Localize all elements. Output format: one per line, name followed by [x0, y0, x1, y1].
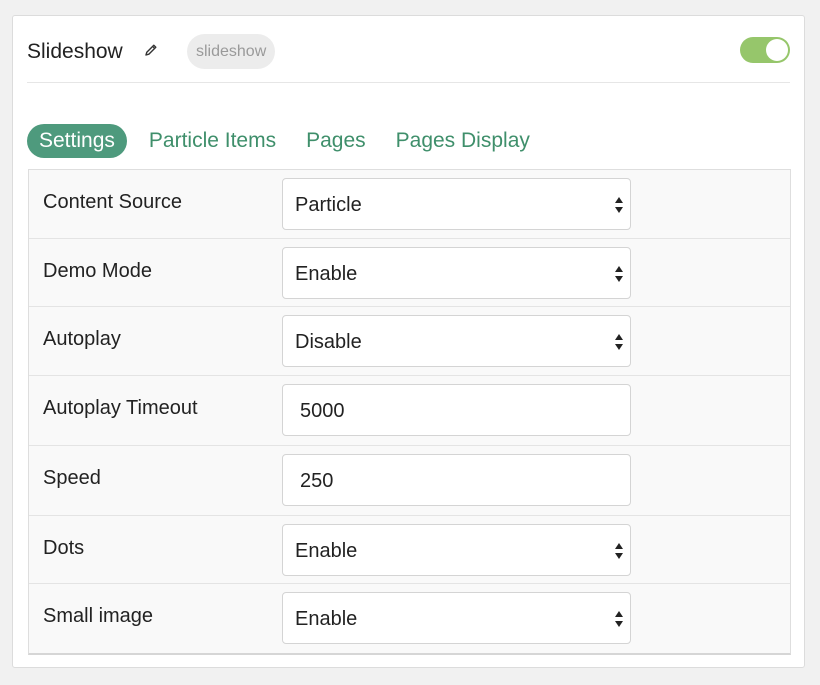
particle-type-badge: slideshow	[187, 34, 276, 69]
pencil-icon[interactable]	[143, 42, 159, 58]
content-source-select[interactable]: Particle	[282, 178, 631, 230]
select-value: Enable	[295, 608, 358, 630]
autoplay-select[interactable]: Disable	[282, 315, 631, 367]
field-label: Content Source	[43, 191, 182, 213]
settings-panel: Content Source Particle Demo Mode Enable…	[28, 169, 791, 655]
tab-particle-items[interactable]: Particle Items	[135, 124, 290, 158]
select-value: Particle	[295, 194, 362, 216]
select-arrows-icon	[615, 334, 623, 350]
select-value: Enable	[295, 539, 358, 562]
demo-mode-select[interactable]: Enable	[282, 246, 631, 299]
tab-bar: Settings Particle Items Pages Pages Disp…	[27, 124, 546, 158]
field-label: Autoplay	[43, 328, 121, 350]
field-row-speed: Speed 250	[29, 446, 790, 516]
input-value: 5000	[300, 399, 345, 422]
field-label: Demo Mode	[43, 259, 152, 282]
particle-card: Slideshow slideshow Settings Particle It…	[12, 15, 805, 668]
field-label: Speed	[43, 466, 101, 489]
card-header: Slideshow slideshow	[27, 34, 790, 83]
field-label: Autoplay Timeout	[43, 396, 198, 419]
select-arrows-icon	[615, 265, 623, 282]
field-label: Dots	[43, 536, 85, 559]
tab-settings[interactable]: Settings	[27, 124, 127, 158]
field-row-autoplay: Autoplay Disable	[29, 307, 790, 376]
toggle-knob	[766, 39, 788, 61]
tab-pages[interactable]: Pages	[292, 124, 380, 158]
select-arrows-icon	[615, 197, 623, 213]
speed-input[interactable]: 250	[282, 453, 631, 506]
field-row-small-image: Small image Enable	[29, 584, 790, 653]
select-value: Enable	[295, 262, 358, 285]
autoplay-timeout-input[interactable]: 5000	[282, 383, 631, 436]
field-row-autoplay-timeout: Autoplay Timeout 5000	[29, 376, 790, 446]
field-row-demo-mode: Demo Mode Enable	[29, 239, 790, 307]
enable-toggle[interactable]	[740, 37, 790, 63]
field-row-content-source: Content Source Particle	[29, 170, 790, 239]
select-value: Disable	[295, 331, 362, 353]
dots-select[interactable]: Enable	[282, 523, 631, 576]
input-value: 250	[300, 469, 334, 492]
field-label: Small image	[43, 605, 154, 627]
particle-title: Slideshow	[27, 40, 123, 63]
tab-pages-display[interactable]: Pages Display	[382, 124, 544, 158]
select-arrows-icon	[615, 542, 623, 559]
small-image-select[interactable]: Enable	[282, 592, 631, 644]
field-row-dots: Dots Enable	[29, 516, 790, 584]
select-arrows-icon	[615, 611, 623, 627]
